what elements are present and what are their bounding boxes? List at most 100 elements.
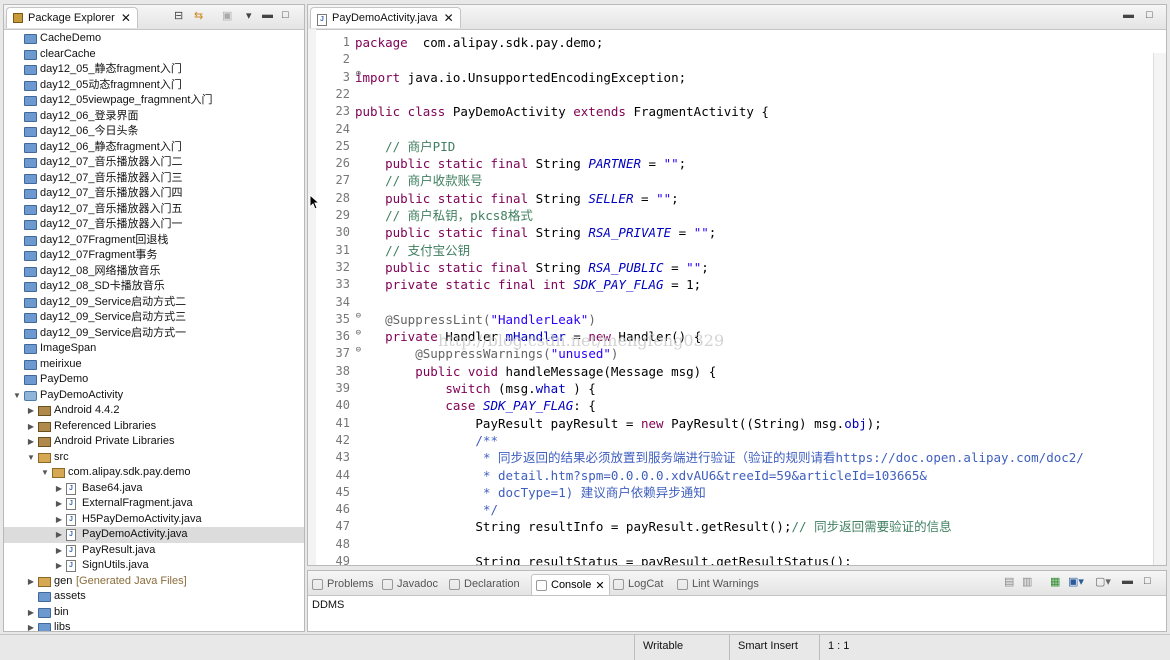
- close-icon[interactable]: ✕: [595, 579, 604, 592]
- tree-item[interactable]: day12_07_音乐播放器入门一: [4, 217, 304, 233]
- expand-arrow-right-icon[interactable]: ▶: [26, 620, 36, 631]
- expand-arrow-right-icon[interactable]: ▶: [54, 481, 64, 497]
- code-line[interactable]: public static final String PARTNER = "";: [355, 155, 686, 172]
- tree-item[interactable]: clearCache: [4, 47, 304, 63]
- code-line[interactable]: * detail.htm?spm=0.0.0.0.xdvAU6&treeId=5…: [355, 467, 927, 484]
- code-line[interactable]: public void handleMessage(Message msg) {: [355, 363, 716, 380]
- code-line[interactable]: public static final String SELLER = "";: [355, 190, 679, 207]
- minimize-icon[interactable]: ▬: [1122, 575, 1133, 587]
- scroll-lock-icon[interactable]: ▥: [1022, 575, 1032, 588]
- tree-item[interactable]: ▶ libs: [4, 620, 304, 631]
- tree-item[interactable]: ▼ src: [4, 450, 304, 466]
- close-icon[interactable]: ✕: [444, 11, 454, 25]
- minimize-icon[interactable]: ▬: [262, 9, 273, 21]
- code-line[interactable]: import java.io.UnsupportedEncodingExcept…: [355, 69, 686, 86]
- code-line[interactable]: String resultInfo = payResult.getResult(…: [355, 518, 951, 535]
- tree-item[interactable]: ▶ Android Private Libraries: [4, 434, 304, 450]
- expand-arrow-right-icon[interactable]: ▶: [54, 543, 64, 559]
- expand-arrow-down-icon[interactable]: ▼: [26, 450, 36, 466]
- tree-item[interactable]: day12_06_静态fragment入门: [4, 140, 304, 156]
- tree-item[interactable]: day12_06_登录界面: [4, 109, 304, 125]
- tree-item[interactable]: ▶ J SignUtils.java: [4, 558, 304, 574]
- tree-item[interactable]: ▶ bin: [4, 605, 304, 621]
- tree-item[interactable]: ImageSpan: [4, 341, 304, 357]
- code-line[interactable]: PayResult payResult = new PayResult((Str…: [355, 415, 881, 432]
- expand-arrow-right-icon[interactable]: ▶: [54, 496, 64, 512]
- tree-item[interactable]: day12_07_音乐播放器入门四: [4, 186, 304, 202]
- collapse-all-icon[interactable]: ⊟: [174, 9, 183, 22]
- tree-item[interactable]: PayDemo: [4, 372, 304, 388]
- tab-console[interactable]: Console ✕: [531, 574, 610, 595]
- tree-item[interactable]: day12_07_音乐播放器入门二: [4, 155, 304, 171]
- tree-item[interactable]: day12_08_SD卡播放音乐: [4, 279, 304, 295]
- tree-item[interactable]: assets: [4, 589, 304, 605]
- tab-javadoc[interactable]: Javadoc: [382, 574, 438, 594]
- tree-item[interactable]: day12_07_音乐播放器入门三: [4, 171, 304, 187]
- tree-item[interactable]: day12_08_网络播放音乐: [4, 264, 304, 280]
- expand-arrow-right-icon[interactable]: ▶: [26, 605, 36, 621]
- clear-console-icon[interactable]: ▤: [1004, 575, 1014, 588]
- expand-arrow-right-icon[interactable]: ▶: [54, 527, 64, 543]
- tree-item[interactable]: day12_05动态fragmnent入门: [4, 78, 304, 94]
- toolbar-icon[interactable]: ▣: [222, 9, 232, 22]
- maximize-icon[interactable]: □: [1144, 575, 1151, 587]
- tree-item[interactable]: day12_07Fragment事务: [4, 248, 304, 264]
- code-line[interactable]: */: [355, 501, 498, 518]
- minimize-icon[interactable]: ▬: [1123, 9, 1134, 21]
- code-line[interactable]: public class PayDemoActivity extends Fra…: [355, 103, 769, 120]
- vertical-scrollbar[interactable]: [1153, 53, 1166, 565]
- code-line[interactable]: public static final String RSA_PRIVATE =…: [355, 224, 716, 241]
- code-line[interactable]: * 同步返回的结果必须放置到服务端进行验证（验证的规则请看https://doc…: [355, 449, 1084, 466]
- tree-item[interactable]: ▶ J ExternalFragment.java: [4, 496, 304, 512]
- maximize-icon[interactable]: □: [1146, 9, 1153, 21]
- tab-problems[interactable]: Problems: [312, 574, 373, 594]
- tree-item[interactable]: day12_09_Service启动方式二: [4, 295, 304, 311]
- tree-item[interactable]: ▼ PayDemoActivity: [4, 388, 304, 404]
- code-line[interactable]: String resultStatus = payResult.getResul…: [355, 553, 851, 565]
- expand-arrow-right-icon[interactable]: ▶: [54, 512, 64, 528]
- tree-item[interactable]: day12_07Fragment回退栈: [4, 233, 304, 249]
- tree-item[interactable]: ▶ gen [Generated Java Files]: [4, 574, 304, 590]
- tab-logcat[interactable]: LogCat: [613, 574, 663, 594]
- tree-item[interactable]: CacheDemo: [4, 31, 304, 47]
- expand-arrow-down-icon[interactable]: ▼: [12, 388, 22, 404]
- tree-item[interactable]: ▶ J PayDemoActivity.java: [4, 527, 304, 543]
- tab-package-explorer[interactable]: Package Explorer ✕: [6, 7, 138, 28]
- link-with-editor-icon[interactable]: ⇆: [194, 9, 203, 22]
- tree-item[interactable]: day12_05viewpage_fragmnent入门: [4, 93, 304, 109]
- tree-item[interactable]: day12_05_静态fragment入门: [4, 62, 304, 78]
- tree-item[interactable]: day12_06_今日头条: [4, 124, 304, 140]
- expand-arrow-down-icon[interactable]: ▼: [40, 465, 50, 481]
- tree-item[interactable]: ▶ Referenced Libraries: [4, 419, 304, 435]
- tree-item[interactable]: meirixue: [4, 357, 304, 373]
- tree-item[interactable]: ▼ com.alipay.sdk.pay.demo: [4, 465, 304, 481]
- open-console-icon[interactable]: ▢▾: [1095, 575, 1111, 588]
- tree-item[interactable]: day12_09_Service启动方式一: [4, 326, 304, 342]
- tree-item[interactable]: ▶ Android 4.4.2: [4, 403, 304, 419]
- display-console-icon[interactable]: ▣▾: [1068, 575, 1084, 588]
- tab-paydemoactivity[interactable]: J PayDemoActivity.java ✕: [310, 7, 461, 28]
- code-line[interactable]: // 商户PID: [355, 138, 455, 155]
- view-menu-icon[interactable]: ▾: [246, 9, 252, 22]
- tree-item[interactable]: day12_07_音乐播放器入门五: [4, 202, 304, 218]
- code-editor[interactable]: 1 2 3 ⊕ 22 23 24 25 26 27 28 29 30 31 32 33 34 35 ⊖ 36 ⊖ 37 ⊖ 3…: [308, 29, 1166, 565]
- expand-arrow-right-icon[interactable]: ▶: [26, 403, 36, 419]
- code-line[interactable]: /**: [355, 432, 498, 449]
- code-line[interactable]: * docType=1) 建议商户依赖异步通知: [355, 484, 706, 501]
- tree-item[interactable]: ▶ J Base64.java: [4, 481, 304, 497]
- code-line[interactable]: @SuppressLint("HandlerLeak"): [355, 311, 596, 328]
- code-line[interactable]: package com.alipay.sdk.pay.demo;: [355, 34, 603, 51]
- code-line[interactable]: // 商户私钥，pkcs8格式: [355, 207, 533, 224]
- tab-declaration[interactable]: Declaration: [449, 574, 520, 594]
- pin-console-icon[interactable]: ▦: [1050, 575, 1060, 588]
- expand-arrow-right-icon[interactable]: ▶: [26, 574, 36, 590]
- expand-arrow-right-icon[interactable]: ▶: [26, 434, 36, 450]
- tree-item[interactable]: ▶ J H5PayDemoActivity.java: [4, 512, 304, 528]
- expand-arrow-right-icon[interactable]: ▶: [26, 419, 36, 435]
- code-line[interactable]: // 支付宝公钥: [355, 242, 470, 259]
- tree-item[interactable]: ▶ J PayResult.java: [4, 543, 304, 559]
- code-line[interactable]: // 商户收款账号: [355, 172, 483, 189]
- code-line[interactable]: case SDK_PAY_FLAG: {: [355, 397, 596, 414]
- close-icon[interactable]: ✕: [121, 11, 131, 25]
- code-line[interactable]: private static final int SDK_PAY_FLAG = …: [355, 276, 701, 293]
